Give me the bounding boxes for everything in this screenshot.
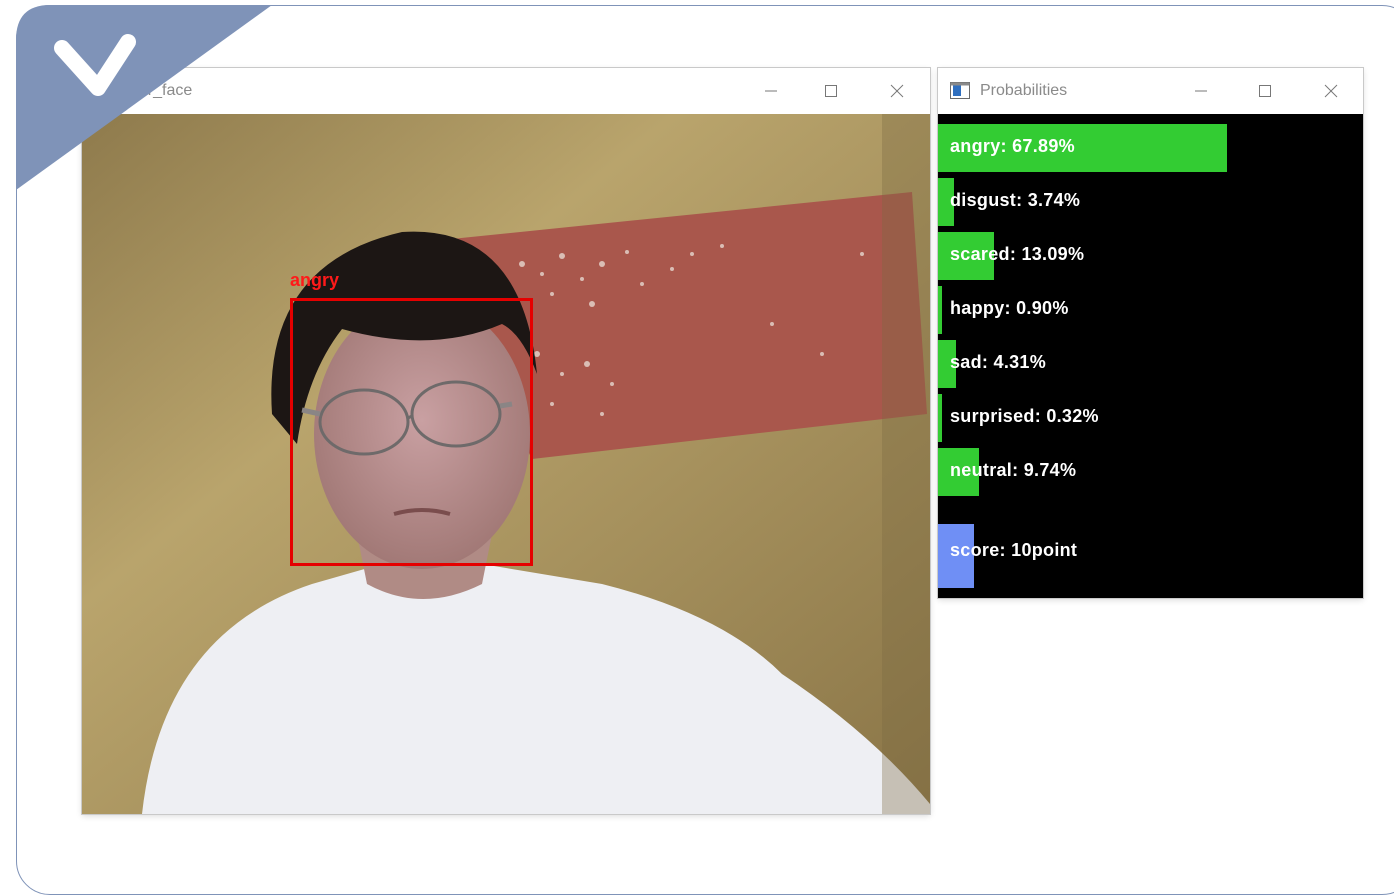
face-detection-box	[290, 298, 533, 566]
minimize-button[interactable]	[1188, 78, 1214, 104]
probabilities-window-title: Probabilities	[980, 82, 1068, 99]
probability-label: surprised: 0.32%	[950, 406, 1099, 426]
probability-label: disgust: 3.74%	[950, 190, 1081, 210]
window-app-icon	[950, 82, 970, 99]
probability-label: sad: 4.31%	[950, 352, 1047, 372]
close-button[interactable]	[884, 78, 910, 104]
probabilities-panel: angry: 67.89% disgust: 3.74% scared: 13.09…	[938, 114, 1363, 598]
probability-label: neutral: 9.74%	[950, 460, 1077, 480]
maximize-button[interactable]	[1252, 78, 1278, 104]
close-button[interactable]	[1318, 78, 1344, 104]
probability-label: happy: 0.90%	[950, 298, 1069, 318]
probabilities-window-titlebar: Probabilities	[938, 68, 1363, 114]
minimize-icon	[1195, 90, 1207, 92]
score-label: score: 10point	[950, 540, 1078, 560]
minimize-button[interactable]	[758, 78, 784, 104]
probability-bar	[938, 394, 942, 442]
minimize-icon	[765, 90, 777, 92]
probability-label: angry: 67.89%	[950, 136, 1075, 156]
maximize-icon	[825, 85, 837, 97]
maximize-button[interactable]	[818, 78, 844, 104]
maximize-icon	[1259, 85, 1271, 97]
close-icon	[1324, 84, 1338, 98]
checkmark-badge-icon	[16, 5, 272, 190]
close-icon	[890, 84, 904, 98]
face-emotion-label: angry	[290, 270, 340, 290]
probability-label: scared: 13.09%	[950, 244, 1085, 264]
probabilities-window: Probabilities angry: 67.89% disgust: 3.74…	[938, 68, 1363, 598]
probability-bar	[938, 286, 942, 334]
